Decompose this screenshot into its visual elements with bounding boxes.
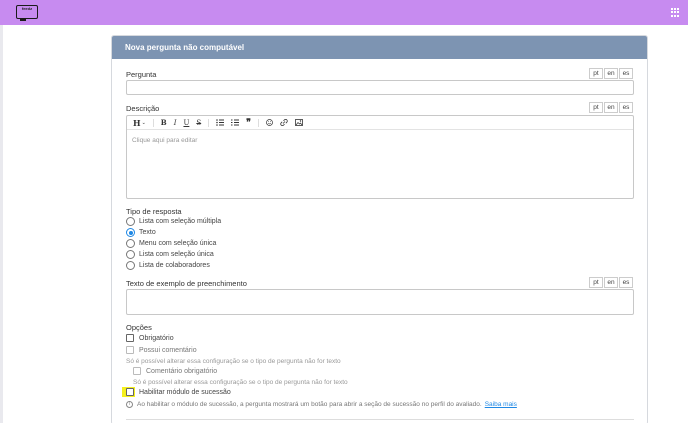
checkbox-icon — [126, 346, 134, 354]
lang-pt-button[interactable]: pt — [589, 277, 603, 288]
lang-pt-button[interactable]: pt — [589, 102, 603, 113]
question-input[interactable] — [126, 80, 634, 95]
feedz-logo[interactable]: feedz — [16, 5, 38, 21]
grid-icon[interactable] — [671, 8, 680, 17]
top-bar: feedz — [0, 0, 688, 25]
has-comment-option: Possui comentário — [126, 346, 197, 354]
succession-info: i Ao habilitar o módulo de sucessão, a p… — [126, 401, 517, 408]
lang-en-button[interactable]: en — [604, 102, 618, 113]
comment-required-option: Comentário obrigatório — [133, 367, 217, 375]
radio-label: Menu com seleção única — [139, 240, 217, 247]
learn-more-link[interactable]: Saiba mais — [485, 401, 517, 408]
radio-label: Lista com seleção única — [139, 251, 214, 258]
example-lang-tabs: pt en es — [588, 277, 633, 288]
response-type-option[interactable]: Menu com seleção única — [126, 239, 216, 248]
has-comment-label: Possui comentário — [139, 346, 197, 354]
checkbox-icon — [133, 367, 141, 375]
image-icon[interactable] — [295, 119, 303, 126]
lang-en-button[interactable]: en — [604, 277, 618, 288]
bullet-list-icon[interactable] — [216, 119, 225, 126]
options-label: Opções — [126, 323, 152, 332]
response-type-option[interactable]: Texto — [126, 228, 156, 237]
response-type-label: Tipo de resposta — [126, 207, 182, 216]
succession-info-text: Ao habilitar o módulo de sucessão, a per… — [137, 401, 482, 408]
succession-option[interactable]: Habilitar módulo de sucessão — [126, 388, 231, 396]
required-label: Obrigatório — [139, 334, 174, 342]
radio-icon[interactable] — [126, 217, 135, 226]
radio-icon[interactable] — [126, 239, 135, 248]
question-card: Nova pergunta não computável Pergunta pt… — [111, 35, 648, 423]
question-label: Pergunta — [126, 70, 157, 79]
radio-label: Lista com seleção múltipla — [139, 218, 222, 225]
strikethrough-icon[interactable]: S — [196, 119, 201, 127]
radio-icon[interactable] — [126, 261, 135, 270]
radio-checked-icon[interactable] — [126, 228, 135, 237]
required-option[interactable]: Obrigatório — [126, 334, 174, 342]
heading-icon[interactable]: H ⌄ — [133, 118, 146, 128]
link-icon[interactable] — [280, 119, 288, 126]
description-editor[interactable]: H ⌄ B I U S ❞ Clique aqui para editar — [126, 115, 634, 199]
response-type-option[interactable]: Lista com seleção única — [126, 250, 214, 259]
divider — [126, 419, 634, 420]
lang-es-button[interactable]: es — [619, 102, 633, 113]
lang-pt-button[interactable]: pt — [589, 68, 603, 79]
checkbox-icon[interactable] — [126, 388, 134, 396]
underline-icon[interactable]: U — [183, 119, 189, 127]
lang-es-button[interactable]: es — [619, 277, 633, 288]
comment-required-hint: Só é possível alterar essa configuração … — [133, 379, 348, 386]
has-comment-hint: Só é possível alterar essa configuração … — [126, 358, 341, 365]
bold-icon[interactable]: B — [161, 118, 167, 127]
radio-label: Texto — [139, 229, 156, 236]
succession-label: Habilitar módulo de sucessão — [139, 388, 231, 396]
example-text-label: Texto de exemplo de preenchimento — [126, 279, 247, 288]
example-text-input[interactable] — [126, 289, 634, 315]
response-type-option[interactable]: Lista com seleção múltipla — [126, 217, 221, 226]
info-icon: i — [126, 401, 133, 408]
italic-icon[interactable]: I — [174, 119, 177, 127]
description-label: Descrição — [126, 104, 160, 113]
emoji-icon[interactable] — [266, 119, 273, 126]
editor-toolbar: H ⌄ B I U S ❞ — [127, 116, 633, 130]
lang-es-button[interactable]: es — [619, 68, 633, 79]
checkbox-icon[interactable] — [126, 334, 134, 342]
numbered-list-icon[interactable] — [231, 119, 240, 126]
logo-text: feedz — [21, 6, 33, 11]
description-lang-tabs: pt en es — [588, 102, 633, 113]
card-title: Nova pergunta não computável — [112, 36, 647, 59]
left-strip — [0, 25, 3, 423]
radio-label: Lista de colaboradores — [139, 262, 210, 269]
lang-en-button[interactable]: en — [604, 68, 618, 79]
quote-icon[interactable]: ❞ — [246, 117, 251, 128]
radio-icon[interactable] — [126, 250, 135, 259]
comment-required-label: Comentário obrigatório — [146, 367, 218, 375]
question-lang-tabs: pt en es — [588, 68, 633, 79]
response-type-option[interactable]: Lista de colaboradores — [126, 261, 210, 270]
editor-placeholder: Clique aqui para editar — [132, 137, 198, 144]
